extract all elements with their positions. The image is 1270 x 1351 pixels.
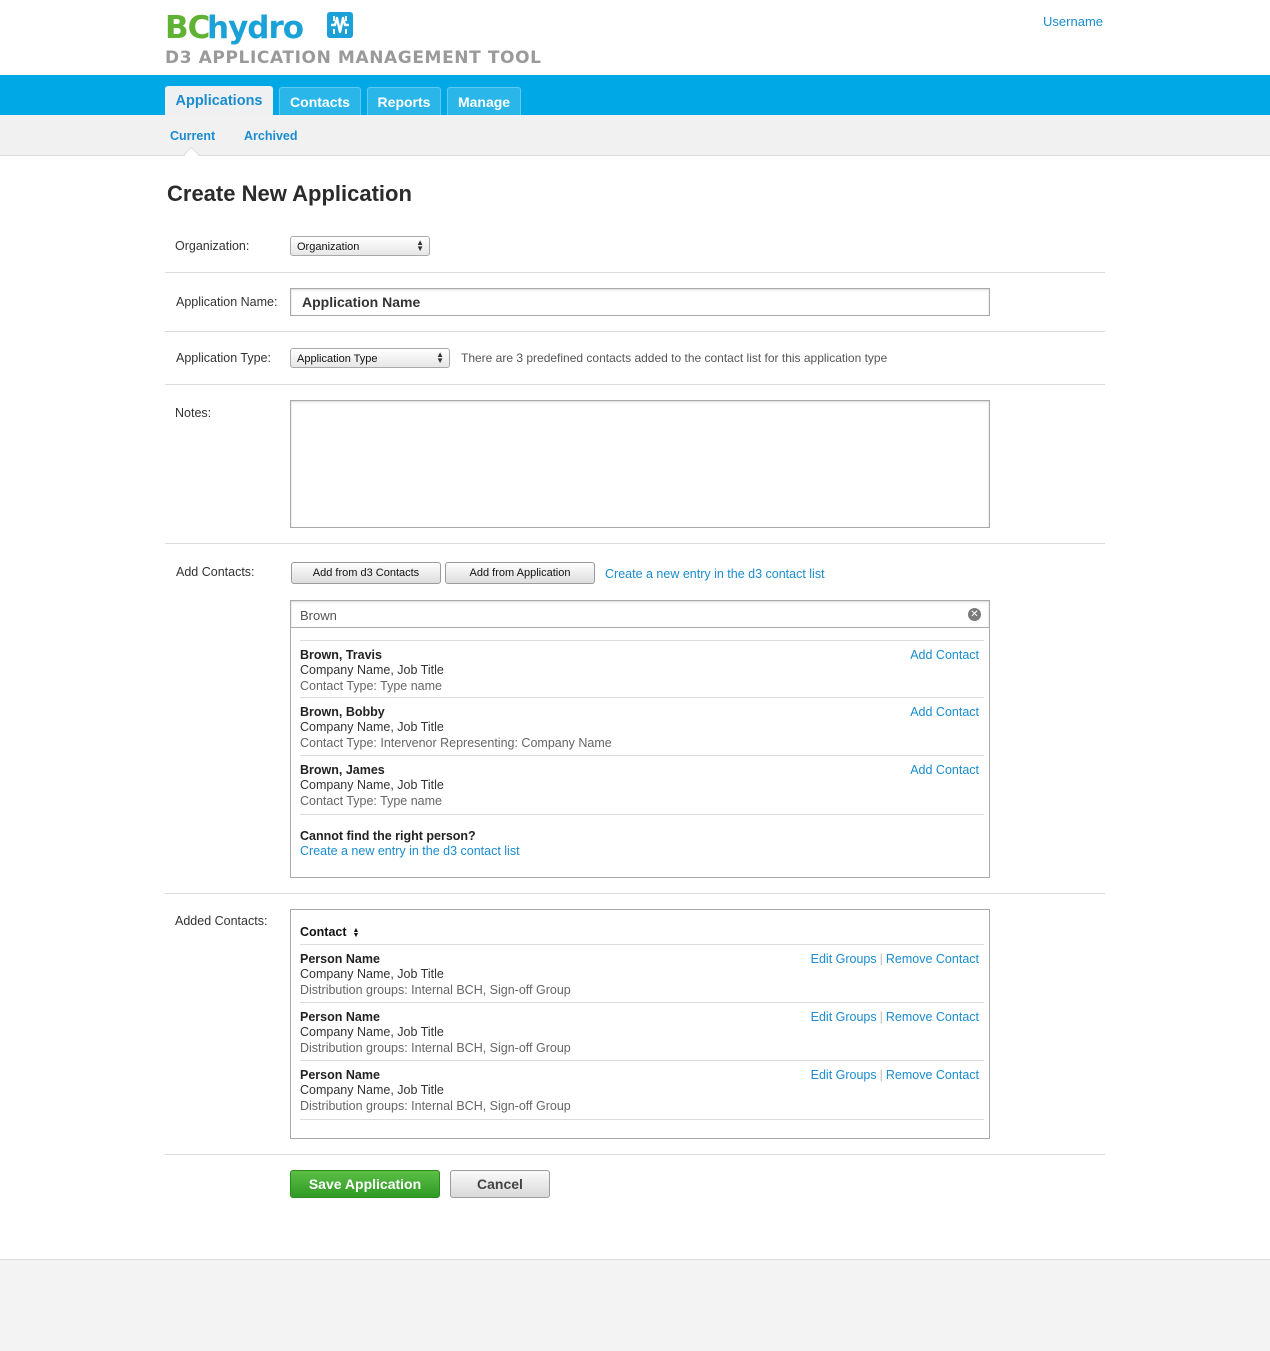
contact-name: Person Name [300,952,380,966]
contact-company: Company Name, Job Title [300,1083,444,1097]
cannot-find-text: Cannot find the right person? [300,829,476,843]
divider [300,814,984,815]
page-title: Create New Application [167,181,412,206]
divider [165,543,1105,544]
edit-groups-link[interactable]: Edit Groups [811,952,877,966]
page-footer [0,1259,1270,1351]
contact-name: Person Name [300,1068,380,1082]
create-new-contact-link-bottom[interactable]: Create a new entry in the d3 contact lis… [300,844,520,858]
search-result-row: Brown, James Company Name, Job Title Con… [300,755,984,814]
bchydro-mark-icon [327,12,353,38]
contact-column-header[interactable]: Contact ▲ ▼ [300,925,359,939]
divider [165,331,1105,332]
result-contact-type: Contact Type: Type name [300,794,442,808]
edit-groups-link[interactable]: Edit Groups [811,1010,877,1024]
result-company: Company Name, Job Title [300,720,444,734]
tab-manage[interactable]: Manage [447,87,521,115]
logo-bc-text: BC [165,10,210,46]
remove-contact-link[interactable]: Remove Contact [886,1010,979,1024]
divider [165,1154,1105,1155]
divider [300,1119,984,1120]
organization-select[interactable]: Organization ▲ ▼ [290,236,430,256]
contact-groups: Distribution groups: Internal BCH, Sign-… [300,1041,571,1055]
search-result-row: Brown, Travis Company Name, Job Title Co… [300,640,984,699]
added-contact-row: Person Name Company Name, Job Title Dist… [300,1002,984,1061]
application-name-input[interactable]: Application Name [290,288,990,316]
clear-search-icon[interactable]: ✕ [968,608,981,621]
row-actions: Edit Groups | Remove Contact [810,1010,979,1024]
add-from-d3-contacts-button[interactable]: Add from d3 Contacts [291,562,441,584]
result-name: Brown, James [300,763,385,777]
organization-label: Organization: [175,239,250,253]
result-company: Company Name, Job Title [300,663,444,677]
added-contact-row: Person Name Company Name, Job Title Dist… [300,944,984,1003]
username-link[interactable]: Username [1043,14,1103,29]
added-contact-row: Person Name Company Name, Job Title Dist… [300,1060,984,1119]
select-arrows-icon: ▲ ▼ [416,238,424,253]
add-contacts-label: Add Contacts: [176,565,255,579]
result-contact-type: Contact Type: Intervenor Representing: C… [300,736,612,750]
add-contact-link[interactable]: Add Contact [910,763,979,777]
row-actions: Edit Groups | Remove Contact [810,1068,979,1082]
divider [165,272,1105,273]
application-type-hint: There are 3 predefined contacts added to… [461,351,888,365]
contact-groups: Distribution groups: Internal BCH, Sign-… [300,983,571,997]
added-contacts-panel: Contact ▲ ▼ Person Name Company Name, Job … [290,909,990,1139]
application-type-label: Application Type: [176,351,271,365]
contact-search-input[interactable]: Brown [290,600,990,628]
tab-contacts[interactable]: Contacts [279,87,361,115]
tab-reports[interactable]: Reports [367,87,441,115]
result-contact-type: Contact Type: Type name [300,679,442,693]
edit-groups-link[interactable]: Edit Groups [811,1068,877,1082]
organization-select-value: Organization [297,241,360,253]
application-type-select-value: Application Type [297,353,378,365]
added-contacts-label: Added Contacts: [175,914,268,928]
tab-applications[interactable]: Applications [165,86,273,115]
cancel-button[interactable]: Cancel [450,1170,550,1198]
result-name: Brown, Bobby [300,705,385,719]
subtab-current[interactable]: Current [170,129,215,143]
select-arrows-icon: ▲ ▼ [436,350,444,365]
divider [165,893,1105,894]
application-type-select[interactable]: Application Type ▲ ▼ [290,348,450,368]
contact-groups: Distribution groups: Internal BCH, Sign-… [300,1099,571,1113]
contact-company: Company Name, Job Title [300,1025,444,1039]
remove-contact-link[interactable]: Remove Contact [886,1068,979,1082]
app-title: D3 APPLICATION MANAGEMENT TOOL [165,48,542,68]
notes-textarea[interactable] [290,400,990,528]
notes-label: Notes: [175,406,212,420]
divider [165,384,1105,385]
save-application-button[interactable]: Save Application [290,1170,440,1198]
row-actions: Edit Groups | Remove Contact [810,952,979,966]
logo-hydro-text: hydro [207,10,304,46]
add-contact-link[interactable]: Add Contact [910,648,979,662]
result-company: Company Name, Job Title [300,778,444,792]
contact-column-label: Contact [300,925,347,939]
add-contact-link[interactable]: Add Contact [910,705,979,719]
contact-company: Company Name, Job Title [300,967,444,981]
remove-contact-link[interactable]: Remove Contact [886,952,979,966]
contact-name: Person Name [300,1010,380,1024]
subtab-archived[interactable]: Archived [244,129,298,143]
search-result-row: Brown, Bobby Company Name, Job Title Con… [300,697,984,756]
result-name: Brown, Travis [300,648,382,662]
create-new-contact-link[interactable]: Create a new entry in the d3 contact lis… [605,567,825,581]
search-results-panel: Brown, Travis Company Name, Job Title Co… [290,628,990,878]
add-from-application-button[interactable]: Add from Application [445,562,595,584]
application-name-label: Application Name: [176,295,278,309]
sort-icon: ▲ ▼ [352,926,360,939]
